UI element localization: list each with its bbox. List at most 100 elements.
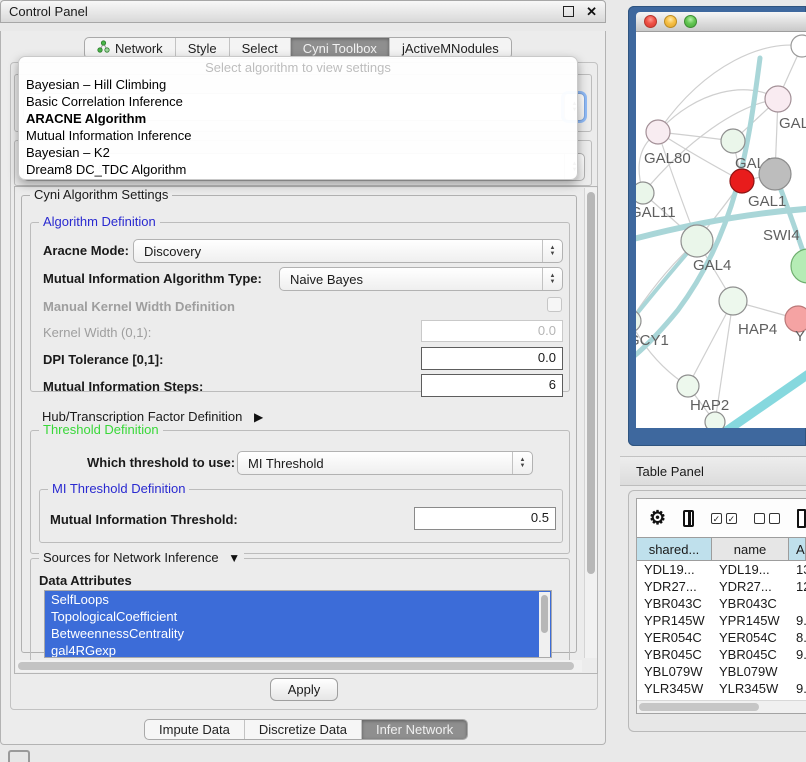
table-cell: YBR043C: [637, 595, 712, 612]
document-icon[interactable]: [797, 509, 806, 528]
split-columns-icon[interactable]: [683, 510, 694, 527]
tab-impute-data[interactable]: Impute Data: [145, 720, 245, 739]
table-row[interactable]: YLR345WYLR345W9.: [637, 680, 806, 697]
algorithm-dropdown-list: Bayesian – Hill ClimbingBasic Correlatio…: [19, 76, 577, 178]
table-cell: 13: [789, 561, 806, 578]
network-node-label: Y: [795, 328, 805, 345]
table-cell: YDR27...: [712, 578, 789, 595]
column-header-shared-name[interactable]: shared...: [637, 538, 712, 560]
float-window-icon[interactable]: [563, 6, 574, 17]
manual-kernel-label: Manual Kernel Width Definition: [43, 299, 235, 314]
select-all-icon[interactable]: ✓ ✓: [711, 513, 737, 524]
tab-cyni-toolbox[interactable]: Cyni Toolbox: [291, 38, 390, 58]
which-threshold-combo[interactable]: MI Threshold ▲▼: [237, 451, 533, 475]
data-attributes-list[interactable]: SelfLoopsTopologicalCoefficientBetweenne…: [44, 590, 552, 658]
threshold-definition-title: Threshold Definition: [39, 423, 163, 437]
close-traffic-light-icon[interactable]: [644, 15, 657, 28]
table-cell: 12: [789, 578, 806, 595]
tab-discretize-data[interactable]: Discretize Data: [245, 720, 362, 739]
network-node[interactable]: [791, 35, 806, 57]
network-canvas[interactable]: GALGAL80GAL10GAL1GAL11GAL4SWI4GCY1HAP4YH…: [636, 32, 806, 428]
column-header-name[interactable]: name: [712, 538, 789, 560]
combo-spinner-icon: ▲▼: [542, 240, 562, 262]
table-row[interactable]: YIL052CYIL052C9: [637, 697, 806, 699]
table-row[interactable]: YBL079WYBL079W: [637, 663, 806, 680]
cyni-algorithm-settings-group: Cyni Algorithm Settings Algorithm Defini…: [21, 195, 577, 653]
table-row[interactable]: YBR043CYBR043C: [637, 595, 806, 612]
tab-label: Network: [115, 41, 163, 56]
close-icon[interactable]: ✕: [586, 6, 597, 17]
tab-jactivemnodules[interactable]: jActiveMNodules: [390, 38, 511, 58]
attribute-item[interactable]: gal4RGexp: [45, 642, 551, 658]
network-node[interactable]: [681, 225, 713, 257]
table-panel-title: Table Panel: [636, 464, 704, 479]
settings-horizontal-scrollbar[interactable]: [16, 660, 582, 672]
network-node[interactable]: [705, 412, 725, 428]
control-panel-title: Control Panel: [9, 4, 563, 19]
mi-steps-field[interactable]: 6: [421, 374, 563, 397]
network-node[interactable]: [759, 158, 791, 190]
table-row[interactable]: YPR145WYPR145W9.: [637, 612, 806, 629]
aracne-mode-combo[interactable]: Discovery ▲▼: [133, 239, 563, 263]
collapsed-panel-icon[interactable]: [8, 750, 30, 762]
tab-label: Select: [242, 41, 278, 56]
minimize-traffic-light-icon[interactable]: [664, 15, 677, 28]
dropdown-item[interactable]: ARACNE Algorithm: [19, 110, 577, 127]
table-cell: YIL052C: [712, 697, 789, 699]
network-node[interactable]: [719, 287, 747, 315]
dropdown-item[interactable]: Dream8 DC_TDC Algorithm: [19, 161, 577, 178]
network-node-label: GAL11: [636, 204, 676, 221]
mi-threshold-group-title: MI Threshold Definition: [48, 482, 189, 496]
network-node[interactable]: [730, 169, 754, 193]
table-row[interactable]: YDR27...YDR27...12: [637, 578, 806, 595]
network-node[interactable]: [791, 249, 806, 283]
network-node[interactable]: [636, 310, 641, 332]
deselect-all-icon[interactable]: [754, 513, 780, 524]
table-cell: YER054C: [712, 629, 789, 646]
table-row[interactable]: YBR045CYBR045C9.: [637, 646, 806, 663]
dpi-tolerance-field[interactable]: 0.0: [421, 347, 563, 370]
dpi-tolerance-label: DPI Tolerance [0,1]:: [43, 352, 163, 367]
network-node-label: HAP2: [690, 397, 729, 414]
tab-network[interactable]: Network: [85, 38, 176, 58]
dropdown-item[interactable]: Basic Correlation Inference: [19, 93, 577, 110]
tab-style[interactable]: Style: [176, 38, 230, 58]
column-header-partial[interactable]: A: [789, 538, 806, 560]
network-node[interactable]: [636, 182, 654, 204]
dropdown-item[interactable]: Mutual Information Inference: [19, 127, 577, 144]
gear-icon[interactable]: ⚙: [649, 509, 666, 528]
network-node-label: GCY1: [636, 332, 669, 349]
manual-kernel-checkbox[interactable]: [547, 297, 562, 312]
sources-title[interactable]: Sources for Network Inference ▼: [39, 551, 244, 565]
table-row[interactable]: YDL19...YDL19...13: [637, 561, 806, 578]
table-cell: 8.: [789, 629, 806, 646]
attribute-item[interactable]: SelfLoops: [45, 591, 551, 608]
tab-select[interactable]: Select: [230, 38, 291, 58]
mi-threshold-field[interactable]: 0.5: [414, 507, 556, 530]
attribute-item[interactable]: TopologicalCoefficient: [45, 608, 551, 625]
table-cell: YBL079W: [712, 663, 789, 680]
dropdown-item[interactable]: Bayesian – Hill Climbing: [19, 76, 577, 93]
table-cell: YDL19...: [637, 561, 712, 578]
network-node[interactable]: [765, 86, 791, 112]
table-row[interactable]: YER054CYER054C8.: [637, 629, 806, 646]
attribute-item[interactable]: BetweennessCentrality: [45, 625, 551, 642]
table-horizontal-scrollbar[interactable]: [637, 700, 806, 713]
table-rows: YDL19...YDL19...13YDR27...YDR27...12YBR0…: [637, 561, 806, 699]
attributes-scrollbar[interactable]: [539, 592, 550, 658]
aracne-mode-label: Aracne Mode:: [43, 243, 129, 258]
table-cell: YBR045C: [712, 646, 789, 663]
kernel-width-field[interactable]: 0.0: [421, 320, 563, 342]
mi-algorithm-type-value: Naive Bayes: [290, 272, 363, 287]
network-node[interactable]: [721, 129, 745, 153]
table-cell: [789, 595, 806, 612]
network-node-label: GAL4: [693, 257, 731, 274]
network-node[interactable]: [646, 120, 670, 144]
settings-vertical-scrollbar[interactable]: [584, 188, 597, 658]
dropdown-item[interactable]: Bayesian – K2: [19, 144, 577, 161]
network-node[interactable]: [677, 375, 699, 397]
zoom-traffic-light-icon[interactable]: [684, 15, 697, 28]
mi-algorithm-type-combo[interactable]: Naive Bayes ▲▼: [279, 267, 563, 291]
apply-button[interactable]: Apply: [270, 678, 338, 701]
tab-infer-network[interactable]: Infer Network: [362, 720, 467, 739]
